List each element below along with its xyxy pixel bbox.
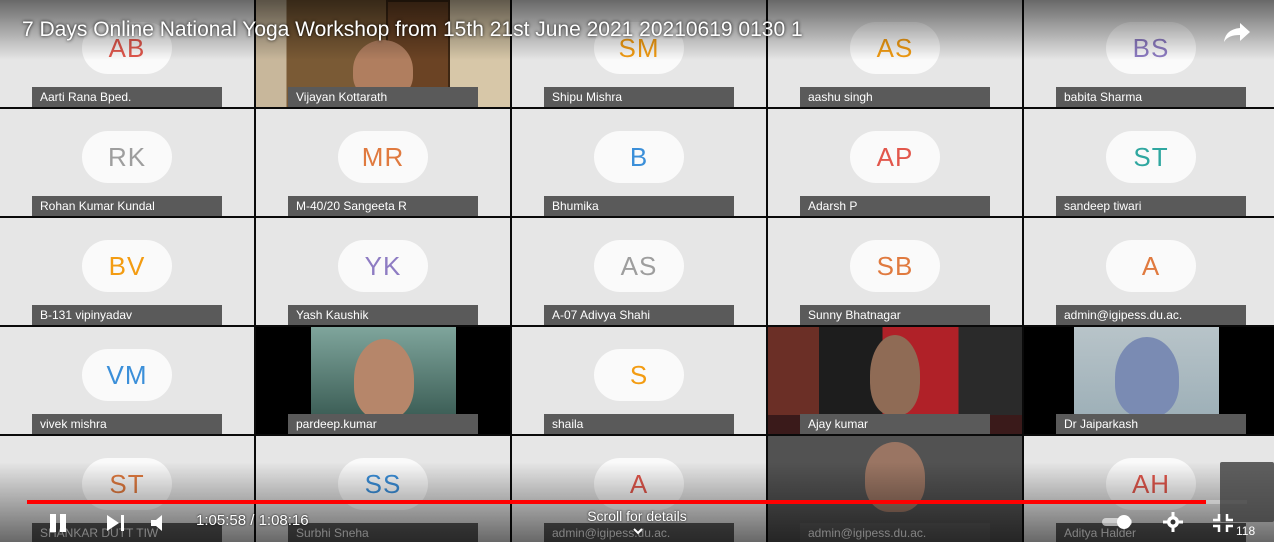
time-separator: / xyxy=(246,512,259,529)
initials-avatar: SM xyxy=(594,22,684,74)
settings-gear-icon[interactable] xyxy=(1163,512,1183,532)
video-frame xyxy=(1074,327,1219,417)
initials-avatar: RK xyxy=(82,131,172,183)
initials-avatar: AP xyxy=(850,131,940,183)
participant-tile[interactable]: MR M-40/20 Sangeeta R xyxy=(256,109,510,216)
progress-bar[interactable] xyxy=(27,500,1247,504)
participant-grid: AB Aarti Rana Bped. Vijayan Kottarath SM Shi… xyxy=(0,0,1274,542)
participant-tile[interactable]: BV B-131 vipinyadav xyxy=(0,218,254,325)
participant-tile[interactable]: SM Shipu Mishra xyxy=(512,0,766,107)
participant-name: Adarsh P xyxy=(800,196,990,216)
chevron-down-icon[interactable] xyxy=(633,526,643,536)
participant-name: Dr Jaiparkash xyxy=(1056,414,1246,434)
initials-avatar: BV xyxy=(82,240,172,292)
initials-avatar: YK xyxy=(338,240,428,292)
participant-tile[interactable]: VM vivek mishra xyxy=(0,327,254,434)
initials-avatar: A xyxy=(1106,240,1196,292)
participant-name: admin@igipess.du.ac. xyxy=(1056,305,1246,325)
time-current: 1:05:58 xyxy=(196,512,247,529)
participant-name: vivek mishra xyxy=(32,414,222,434)
participant-tile[interactable]: B Bhumika xyxy=(512,109,766,216)
participant-tile[interactable]: Aadmin@igipess.du.ac. xyxy=(1024,218,1274,325)
video-frame xyxy=(311,327,456,419)
next-icon[interactable] xyxy=(106,515,126,531)
participant-name: babita Sharma xyxy=(1056,87,1246,107)
participant-tile[interactable]: Dr Jaiparkash xyxy=(1024,327,1274,434)
participant-name: pardeep.kumar xyxy=(288,414,478,434)
video-person xyxy=(870,335,920,415)
initials-avatar: SB xyxy=(850,240,940,292)
initials-avatar: S xyxy=(594,349,684,401)
video-frame xyxy=(768,327,1022,415)
video-person xyxy=(1114,337,1179,417)
participant-tile[interactable]: ST sandeep tiwari xyxy=(1024,109,1274,216)
initials-avatar: BS xyxy=(1106,22,1196,74)
initials-avatar: MR xyxy=(338,131,428,183)
initials-avatar: ST xyxy=(1106,131,1196,183)
participant-tile[interactable]: YK Yash Kaushik xyxy=(256,218,510,325)
participant-name: Sunny Bhatnagar xyxy=(800,305,990,325)
participant-name: Vijayan Kottarath xyxy=(288,87,478,107)
participant-tile[interactable]: AS A-07 Adivya Shahi xyxy=(512,218,766,325)
time-display: 1:05:58 / 1:08:16 xyxy=(196,512,309,529)
pause-icon[interactable] xyxy=(48,514,68,532)
participant-tile[interactable]: Ajay kumar xyxy=(768,327,1022,434)
participant-tile[interactable]: AP Adarsh P xyxy=(768,109,1022,216)
participant-name: aashu singh xyxy=(800,87,990,107)
participant-tile[interactable]: pardeep.kumar xyxy=(256,327,510,434)
participant-name: Aarti Rana Bped. xyxy=(32,87,222,107)
participant-tile[interactable]: Sshaila xyxy=(512,327,766,434)
participant-name: Shipu Mishra xyxy=(544,87,734,107)
participant-name: M-40/20 Sangeeta R xyxy=(288,196,478,216)
time-total: 1:08:16 xyxy=(258,512,309,529)
participant-tile[interactable]: RK Rohan Kumar Kundal xyxy=(0,109,254,216)
initials-avatar: B xyxy=(594,131,684,183)
participant-name: Rohan Kumar Kundal xyxy=(32,196,222,216)
exit-fullscreen-icon[interactable] xyxy=(1213,514,1233,532)
participant-name: Ajay kumar xyxy=(800,414,990,434)
participant-tile[interactable]: AS aashu singh xyxy=(768,0,1022,107)
participant-name: Bhumika xyxy=(544,196,734,216)
participant-tile[interactable]: SB Sunny Bhatnagar xyxy=(768,218,1022,325)
initials-avatar: VM xyxy=(82,349,172,401)
participant-name: B-131 vipinyadav xyxy=(32,305,222,325)
participant-name: sandeep tiwari xyxy=(1056,196,1246,216)
progress-fill xyxy=(27,500,1206,504)
participant-name: A-07 Adivya Shahi xyxy=(544,305,734,325)
video-player[interactable]: AB Aarti Rana Bped. Vijayan Kottarath SM Shi… xyxy=(0,0,1274,542)
participant-tile[interactable]: Vijayan Kottarath xyxy=(256,0,510,107)
participant-name: Yash Kaushik xyxy=(288,305,478,325)
initials-avatar: AB xyxy=(82,22,172,74)
participant-tile[interactable]: AB Aarti Rana Bped. xyxy=(0,0,254,107)
participant-tile[interactable]: BS babita Sharma xyxy=(1024,0,1274,107)
volume-icon[interactable] xyxy=(150,514,172,532)
video-person xyxy=(353,339,414,419)
autoplay-toggle-icon[interactable] xyxy=(1102,514,1136,530)
participant-count: 118 xyxy=(1236,524,1256,538)
initials-avatar: AS xyxy=(594,240,684,292)
scroll-hint[interactable]: Scroll for details xyxy=(560,508,714,524)
initials-avatar: AS xyxy=(850,22,940,74)
side-panel-tab[interactable] xyxy=(1220,462,1274,522)
participant-name: shaila xyxy=(544,414,734,434)
